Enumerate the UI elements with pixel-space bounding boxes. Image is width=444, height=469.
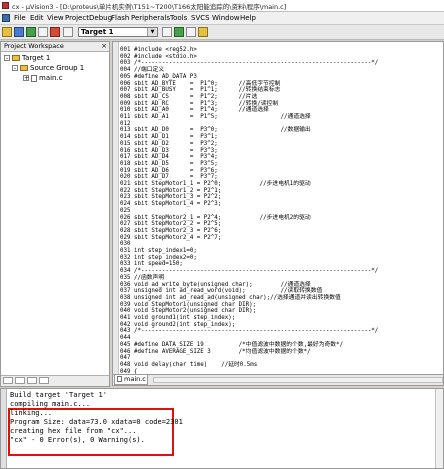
tree-target-label: Target 1 [22,54,51,62]
menu-debug[interactable]: Debug [89,14,112,22]
menu-bar: File Edit View Project Debug Flash Perip… [0,12,444,25]
output-line: Build target 'Target 1' [10,391,107,399]
code-editor[interactable]: 001 #include <reg52.h> 002 #include <stdi… [112,41,444,375]
folder-icon [12,55,20,61]
menu-window[interactable]: Window [212,14,240,22]
target-options-icon[interactable] [162,27,172,37]
collapse-icon[interactable]: - [12,65,18,72]
stop-build-icon[interactable] [50,27,60,37]
file-extensions-icon[interactable] [174,27,184,37]
menu-edit[interactable]: Edit [30,14,44,22]
menu-tools[interactable]: Tools [170,14,187,22]
menu-view[interactable]: View [47,14,64,22]
collapse-icon[interactable]: - [4,55,10,62]
code-line[interactable]: 048 void delay(char time) //延时0.5ms [120,361,257,369]
tree-group-label: Source Group 1 [30,64,85,72]
workspace-header: Project Workspace × [1,42,109,52]
editor-horizontal-scrollbar[interactable] [153,377,443,383]
code-text: sbit StepMotor2_4 = P2^7; [133,234,222,241]
menu-help[interactable]: Help [240,14,256,22]
workspace-title: Project Workspace [4,42,64,50]
tree-file[interactable]: + main.c [23,74,63,83]
code-line[interactable]: 049 { [120,368,138,375]
editor-gutter [113,42,119,374]
tree-group[interactable]: - Source Group 1 [12,64,84,73]
app-icon [2,2,9,9]
window-title: cx - µVision3 - [D:\proteus\单片机实例\T151~T… [12,3,287,11]
target-select-value: Target 1 [81,28,114,36]
code-text: sbit StepMotor1_4 = P2^3; [133,201,222,208]
target-select[interactable]: Target 1 ▼ [78,27,158,37]
functions-tab-icon[interactable] [27,377,37,384]
code-text: void delay(char time) //延时0.5ms [133,361,258,368]
code-text: #define AVERAGE_SIZE 3 /*均值滤波中数据的个数*/ [133,348,311,355]
code-line[interactable]: 043 /*----------------------------------… [120,327,378,335]
tab-main-c[interactable]: main.c [114,375,148,385]
output-line: Program Size: data=73.0 xdata=0 code=230… [10,418,183,426]
title-bar: cx - µVision3 - [D:\proteus\单片机实例\T151~T… [0,0,444,12]
code-text: /*--------------------------------------… [133,60,379,67]
menu-peripherals[interactable]: Peripherals [131,14,170,22]
tree-target[interactable]: - Target 1 [4,54,50,63]
output-line: creating hex file from "cx"... [10,427,137,435]
code-line[interactable]: 011 sbit AD_A1 = P1^5; //通道选择 [120,113,311,121]
output-sidebar [1,389,7,468]
chevron-down-icon[interactable]: ▼ [147,28,157,36]
document-icon [2,14,10,22]
files-tab-icon[interactable] [3,377,13,384]
expand-icon[interactable]: + [23,75,29,82]
line-number: 049 [120,368,131,375]
project-workspace: Project Workspace × - Target 1 - Source Gr… [0,41,110,387]
books-tab-icon[interactable] [15,377,25,384]
workspace-tabs [1,375,109,386]
output-line: compiling main.c... [10,400,91,408]
code-text: sbit AD_A1 = P1^5; //通道选择 [133,114,311,120]
menu-flash[interactable]: Flash [111,14,129,22]
output-vertical-scrollbar[interactable] [435,389,443,468]
build-icon[interactable] [14,27,24,37]
download-icon[interactable] [63,27,73,37]
menu-svcs[interactable]: SVCS [191,14,210,22]
editor-tab-bar: main.c [112,375,444,386]
manage-components-icon[interactable] [186,27,196,37]
tree-file-label: main.c [39,74,63,82]
rebuild-icon[interactable] [26,27,36,37]
templates-tab-icon[interactable] [39,377,49,384]
code-line[interactable]: 029 sbit StepMotor2_4 = P2^7; [120,234,221,242]
code-line[interactable]: 046 #define AVERAGE_SIZE 3 /*均值滤波中数据的个数*… [120,348,311,356]
open-icon[interactable] [2,27,12,37]
code-text: /*--------------------------------------… [133,268,379,275]
tab-main-c-label: main.c [124,375,146,383]
code-text: { [133,368,138,375]
folder-icon [20,65,28,71]
menu-project[interactable]: Project [65,14,89,22]
toolbar: Target 1 ▼ [0,25,444,40]
code-text: /*--------------------------------------… [133,328,379,335]
file-icon [117,376,122,382]
translate-icon[interactable] [38,27,48,37]
code-line[interactable]: 024 sbit StepMotor1_4 = P2^3; [120,200,221,208]
file-icon [31,74,37,82]
copy-icon[interactable] [198,27,208,37]
output-line: "cx" - 0 Error(s), 0 Warning(s). [10,436,145,444]
build-output: Build target 'Target 1' compiling main.c.… [0,388,444,469]
close-icon[interactable]: × [101,42,107,51]
output-line: linking... [10,409,53,417]
menu-file[interactable]: File [14,14,26,22]
